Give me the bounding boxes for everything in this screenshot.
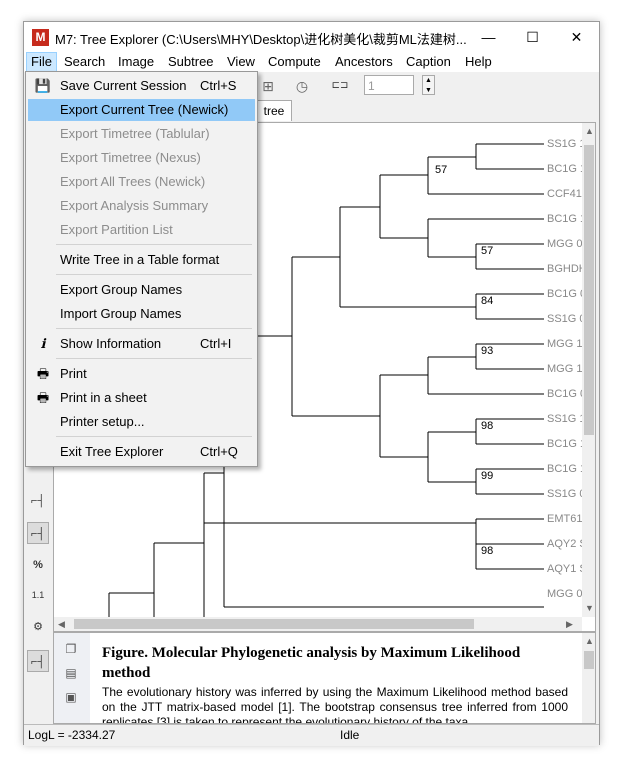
menu-item-save-session[interactable]: 💾 Save Current Session Ctrl+S	[28, 75, 255, 97]
menu-item-export-newick[interactable]: Export Current Tree (Newick)	[28, 99, 255, 121]
menu-help[interactable]: Help	[465, 54, 492, 69]
caption-panel: ❐ ▤ ▣ Figure. Molecular Phylogenetic ana…	[53, 632, 596, 724]
menu-separator	[56, 328, 252, 329]
save-icon[interactable]: ▣	[63, 689, 79, 705]
menu-separator	[56, 358, 252, 359]
bootstrap-percent-icon[interactable]: %	[27, 554, 49, 576]
menu-item-export-all-trees[interactable]: Export All Trees (Newick)	[28, 171, 255, 193]
menu-subtree[interactable]: Subtree	[168, 54, 214, 69]
mega-app-icon: M	[32, 29, 49, 46]
file-menu-dropdown: 💾 Save Current Session Ctrl+S Export Cur…	[25, 71, 258, 467]
menu-item-print[interactable]: 🖶 Print	[28, 363, 255, 385]
print-sheet-icon: 🖶	[36, 390, 50, 405]
bootstrap-value: 84	[481, 295, 494, 307]
tab-tree[interactable]: tree	[256, 100, 292, 121]
menu-bar: File Search Image Subtree View Compute A…	[24, 52, 599, 72]
menu-separator	[56, 244, 252, 245]
menu-item-export-group-names[interactable]: Export Group Names	[28, 279, 255, 301]
ancestor-site-input[interactable]: 1	[364, 75, 414, 95]
menu-item-printer-setup[interactable]: Printer setup...	[28, 411, 255, 433]
information-icon: ℹ	[40, 336, 46, 351]
menu-file[interactable]: File	[26, 52, 57, 72]
status-bar: LogL = -2334.27 Idle	[24, 724, 599, 746]
site-spinner[interactable]: ▲ ▼	[422, 75, 435, 95]
bootstrap-value: 98	[481, 545, 494, 557]
ancestor-states-icon[interactable]: ⊏⊐	[330, 76, 350, 96]
bootstrap-value: 98	[481, 420, 494, 432]
printer-icon[interactable]: ▤	[63, 665, 79, 681]
menu-item-export-partition-list[interactable]: Export Partition List	[28, 219, 255, 241]
save-icon: 💾	[34, 78, 52, 93]
topology-icon[interactable]: ⌐┤	[27, 650, 49, 672]
tree-vertical-scrollbar[interactable]: ▲ ▼	[582, 123, 595, 617]
scroll-up-icon[interactable]: ▲	[585, 126, 594, 136]
scroll-thumb[interactable]	[584, 145, 594, 435]
scroll-left-icon[interactable]: ◀	[58, 619, 65, 630]
title-bar[interactable]: M M7: Tree Explorer (C:\Users\MHY\Deskto…	[24, 22, 599, 52]
menu-caption[interactable]: Caption	[406, 54, 451, 69]
minimize-button[interactable]: —	[466, 22, 511, 52]
node-icon[interactable]: ⚙	[27, 616, 49, 638]
menu-item-exit[interactable]: Exit Tree Explorer Ctrl+Q	[28, 441, 255, 463]
toggle-branches-icon[interactable]: ⌐┤	[27, 490, 49, 512]
caption-title: Figure. Molecular Phylogenetic analysis …	[102, 645, 521, 681]
menu-item-export-analysis-summary[interactable]: Export Analysis Summary	[28, 195, 255, 217]
maximize-button[interactable]: ☐	[510, 22, 555, 52]
status-state: Idle	[340, 728, 360, 742]
menu-image[interactable]: Image	[118, 54, 154, 69]
menu-ancestors[interactable]: Ancestors	[335, 54, 393, 69]
copy-icon[interactable]: ❐	[63, 641, 79, 657]
menu-item-show-information[interactable]: ℹ Show Information Ctrl+I	[28, 333, 255, 355]
scroll-down-icon[interactable]: ▼	[585, 603, 594, 613]
scroll-up-icon[interactable]: ▲	[585, 636, 594, 646]
clock-icon[interactable]: ◷	[292, 76, 312, 96]
log-likelihood: LogL = -2334.27	[28, 728, 116, 742]
scroll-thumb[interactable]	[584, 651, 594, 669]
menu-item-import-group-names[interactable]: Import Group Names	[28, 303, 255, 325]
menu-separator	[56, 436, 252, 437]
tree-horizontal-scrollbar[interactable]: ◀ ▶	[54, 617, 582, 631]
caption-body: The evolutionary history was inferred by…	[102, 685, 568, 724]
menu-item-write-tree-table[interactable]: Write Tree in a Table format	[28, 249, 255, 271]
menu-item-export-timetree-nexus[interactable]: Export Timetree (Nexus)	[28, 147, 255, 169]
caption-tools: ❐ ▤ ▣	[54, 633, 90, 723]
menu-separator	[56, 274, 252, 275]
bootstrap-value: 99	[481, 470, 494, 482]
bootstrap-value: 57	[435, 164, 448, 176]
caption-scrollbar[interactable]: ▲	[582, 633, 595, 723]
close-button[interactable]: ✕	[554, 22, 599, 52]
printer-icon: 🖶	[36, 366, 50, 381]
bootstrap-value: 57	[481, 245, 494, 257]
menu-compute[interactable]: Compute	[268, 54, 321, 69]
menu-item-print-in-sheet[interactable]: 🖶 Print in a sheet	[28, 387, 255, 409]
subtree-select-icon[interactable]: ⌐┤	[27, 522, 49, 544]
menu-item-export-timetree-tabular[interactable]: Export Timetree (Tablular)	[28, 123, 255, 145]
menu-search[interactable]: Search	[64, 54, 105, 69]
bootstrap-value: 93	[481, 345, 494, 357]
window-title: M7: Tree Explorer (C:\Users\MHY\Desktop\…	[55, 32, 467, 47]
branch-length-icon[interactable]: 1.1	[27, 584, 49, 606]
scroll-right-icon[interactable]: ▶	[566, 619, 573, 630]
menu-view[interactable]: View	[227, 54, 255, 69]
scroll-thumb[interactable]	[74, 619, 474, 629]
toolbar-grid-icon[interactable]: ⊞	[258, 76, 278, 96]
